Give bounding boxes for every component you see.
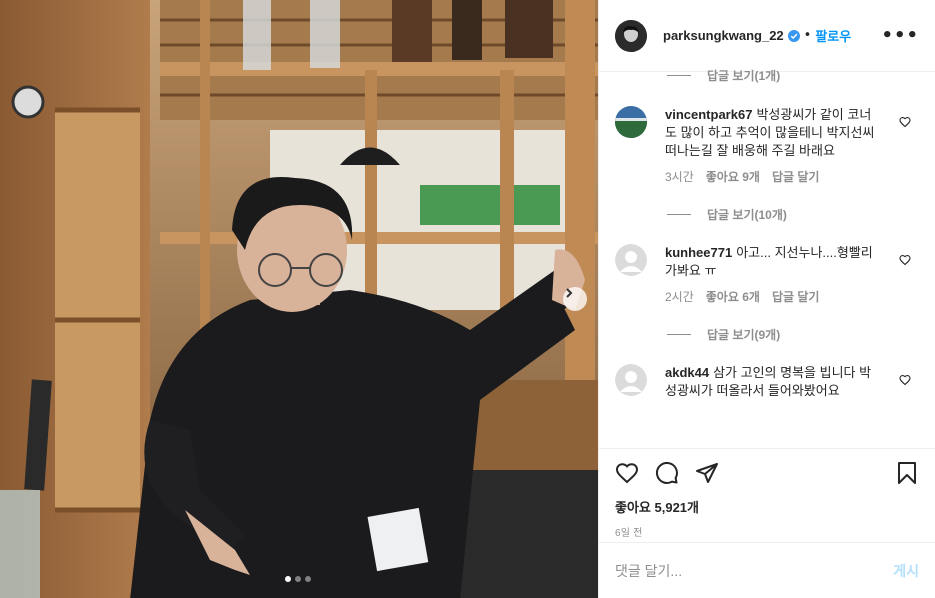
- author-username[interactable]: parksungkwang_22: [663, 28, 784, 43]
- view-replies-label: 답글 보기(9개): [707, 327, 781, 342]
- replies-bar: [667, 333, 691, 335]
- likes-count[interactable]: 좋아요 5,921개: [615, 497, 919, 516]
- comment-username[interactable]: vincentpark67: [665, 107, 752, 122]
- comment-likes[interactable]: 좋아요 6개: [706, 288, 760, 306]
- carousel-dot-active: [285, 576, 291, 582]
- share-button[interactable]: [695, 461, 719, 485]
- comment-body: akdk44 삼가 고인의 명복을 빕니다 박성광씨가 떠올라서 들어와봤어요: [665, 364, 875, 400]
- comment-item: vincentpark67 박성광씨가 같이 코너도 많이 하고 추억이 많을테니…: [615, 106, 919, 186]
- add-comment-bar: 게시: [599, 542, 935, 598]
- like-button[interactable]: [615, 461, 639, 485]
- commenter-avatar[interactable]: [615, 106, 647, 138]
- view-replies-link[interactable]: 답글 보기(10개): [615, 204, 919, 224]
- comments-list[interactable]: 답글 보기(1개) vincentpark67 박성광씨가 같이 코너도 많이 하…: [599, 60, 935, 448]
- view-replies-label: 답글 보기(10개): [707, 207, 787, 222]
- post-actions: 좋아요 5,921개 6일 전: [599, 448, 935, 539]
- author-avatar[interactable]: [615, 19, 647, 52]
- comment-item: kunhee771 아고... 지선누나....형빨리 가봐요 ㅠ 2시간 좋아요…: [615, 244, 919, 306]
- comment-heart-icon[interactable]: [899, 254, 911, 266]
- comment-heart-icon[interactable]: [899, 116, 911, 128]
- bookmark-icon: [898, 462, 916, 484]
- commenter-avatar[interactable]: [615, 244, 647, 276]
- save-button[interactable]: [895, 461, 919, 485]
- commenter-avatar[interactable]: [615, 364, 647, 396]
- replies-bar: [667, 213, 691, 215]
- comment-meta: 2시간 좋아요 6개 답글 달기: [665, 288, 875, 306]
- paper-plane-icon: [696, 463, 718, 483]
- comment-body: vincentpark67 박성광씨가 같이 코너도 많이 하고 추억이 많을테니…: [665, 106, 875, 186]
- comment-likes[interactable]: 좋아요 9개: [706, 168, 760, 186]
- comment-username[interactable]: akdk44: [665, 365, 709, 380]
- reply-button[interactable]: 답글 달기: [772, 288, 820, 306]
- comment-username[interactable]: kunhee771: [665, 245, 732, 260]
- carousel-dots: [285, 576, 311, 582]
- reply-button[interactable]: 답글 달기: [772, 168, 820, 186]
- photo-illustration: [0, 0, 598, 598]
- post-timestamp[interactable]: 6일 전: [615, 524, 919, 539]
- comment-input[interactable]: [615, 562, 894, 579]
- comment-button[interactable]: [655, 461, 679, 485]
- replies-bar: [667, 74, 691, 76]
- heart-icon: [615, 463, 639, 484]
- action-icons: [615, 449, 919, 497]
- view-replies-label: 답글 보기(1개): [707, 68, 781, 83]
- post-comment-button[interactable]: 게시: [893, 561, 919, 581]
- verified-badge-icon: [787, 29, 800, 42]
- chevron-right-icon: [566, 288, 573, 298]
- carousel-dot: [305, 576, 311, 582]
- comment-bubble-icon: [655, 461, 678, 484]
- comment-meta: 3시간 좋아요 9개 답글 달기: [665, 168, 875, 186]
- follow-button[interactable]: 팔로우: [815, 26, 851, 45]
- more-options-button[interactable]: •••: [881, 25, 919, 46]
- view-replies-link[interactable]: 답글 보기(1개): [615, 60, 919, 90]
- post-photo[interactable]: [0, 0, 598, 598]
- carousel-dot: [295, 576, 301, 582]
- comment-body: kunhee771 아고... 지선누나....형빨리 가봐요 ㅠ 2시간 좋아요…: [665, 244, 875, 306]
- header-separator: •: [803, 28, 812, 43]
- next-photo-button[interactable]: [563, 287, 587, 311]
- view-replies-link[interactable]: 답글 보기(9개): [615, 324, 919, 344]
- comment-time[interactable]: 3시간: [665, 168, 694, 186]
- comment-time[interactable]: 2시간: [665, 288, 694, 306]
- comment-item: akdk44 삼가 고인의 명복을 빕니다 박성광씨가 떠올라서 들어와봤어요: [615, 364, 919, 400]
- post-sidebar: parksungkwang_22 • 팔로우 ••• 답글 보기(1개) vin…: [598, 0, 935, 598]
- comment-heart-icon[interactable]: [899, 374, 911, 386]
